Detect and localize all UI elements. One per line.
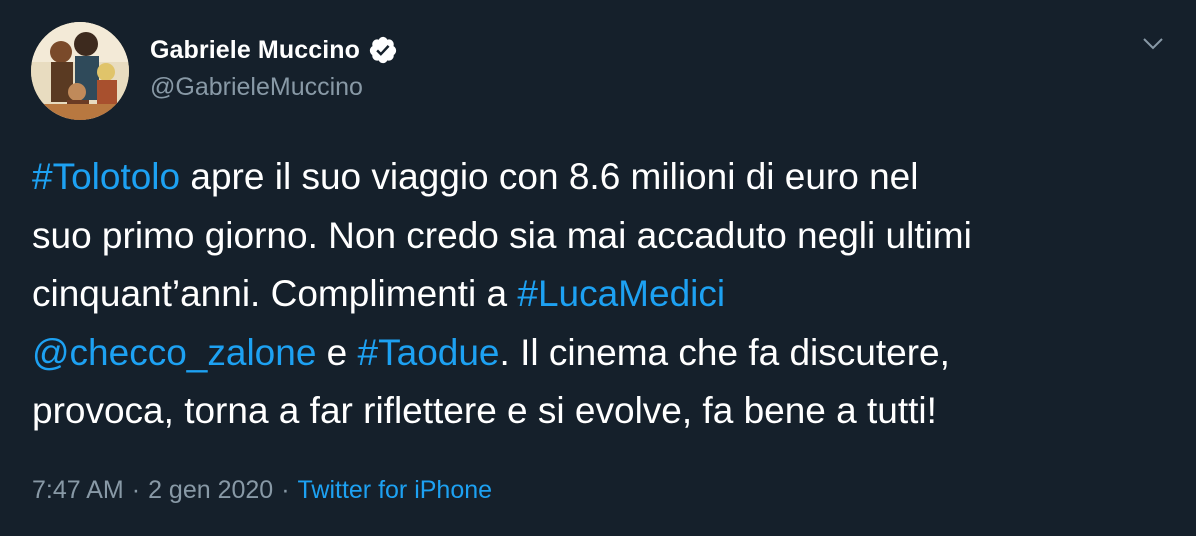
tweet-line: suo primo giorno. Non credo sia mai acca…: [32, 207, 1152, 266]
tweet-line: #Tolotolo apre il suo viaggio con 8.6 mi…: [32, 148, 1152, 207]
tweet-text-span: suo primo giorno. Non credo sia mai acca…: [32, 214, 972, 256]
verified-badge-icon: [368, 35, 398, 65]
tweet-meta: 7:47 AM · 2 gen 2020 · Twitter for iPhone: [32, 476, 492, 505]
tweet-date[interactable]: 2 gen 2020: [148, 476, 273, 504]
tweet-text-span: provoca, torna a far riflettere e si evo…: [32, 390, 937, 431]
tweet-card: Gabriele Muccino @GabrieleMuccino #Tolot…: [0, 0, 1196, 536]
hashtag-taodue[interactable]: #Taodue: [358, 332, 500, 373]
meta-separator: ·: [281, 476, 290, 504]
tweet-text-span: . Il cinema che fa discutere,: [499, 331, 950, 373]
tweet-text-span: cinquant’anni. Complimenti a: [32, 273, 518, 314]
tweet-time[interactable]: 7:47 AM: [32, 476, 124, 504]
tweet-source-link[interactable]: Twitter for iPhone: [298, 476, 493, 504]
meta-separator: ·: [131, 476, 141, 504]
user-handle[interactable]: @GabrieleMuccino: [150, 73, 363, 102]
mention-checco-zalone[interactable]: @checco_zalone: [32, 332, 316, 373]
avatar[interactable]: [31, 22, 129, 120]
hashtag-tolotolo[interactable]: #Tolotolo: [32, 156, 180, 197]
name-row: Gabriele Muccino: [150, 34, 398, 66]
tweet-line: @checco_zalone e #Taodue. Il cinema che …: [32, 324, 1152, 383]
tweet-text-span: apre il suo viaggio con 8.6 milioni di e…: [180, 156, 919, 197]
hashtag-lucamedici[interactable]: #LucaMedici: [517, 273, 725, 314]
tweet-line: cinquant’anni. Complimenti a #LucaMedici: [32, 265, 1152, 324]
more-options-button[interactable]: [1137, 30, 1169, 62]
chevron-down-icon: [1142, 37, 1164, 56]
tweet-line: provoca, torna a far riflettere e si evo…: [32, 382, 1152, 441]
tweet-text: #Tolotolo apre il suo viaggio con 8.6 mi…: [32, 148, 1152, 441]
tweet-text-span: e: [316, 331, 358, 373]
display-name[interactable]: Gabriele Muccino: [150, 36, 360, 65]
